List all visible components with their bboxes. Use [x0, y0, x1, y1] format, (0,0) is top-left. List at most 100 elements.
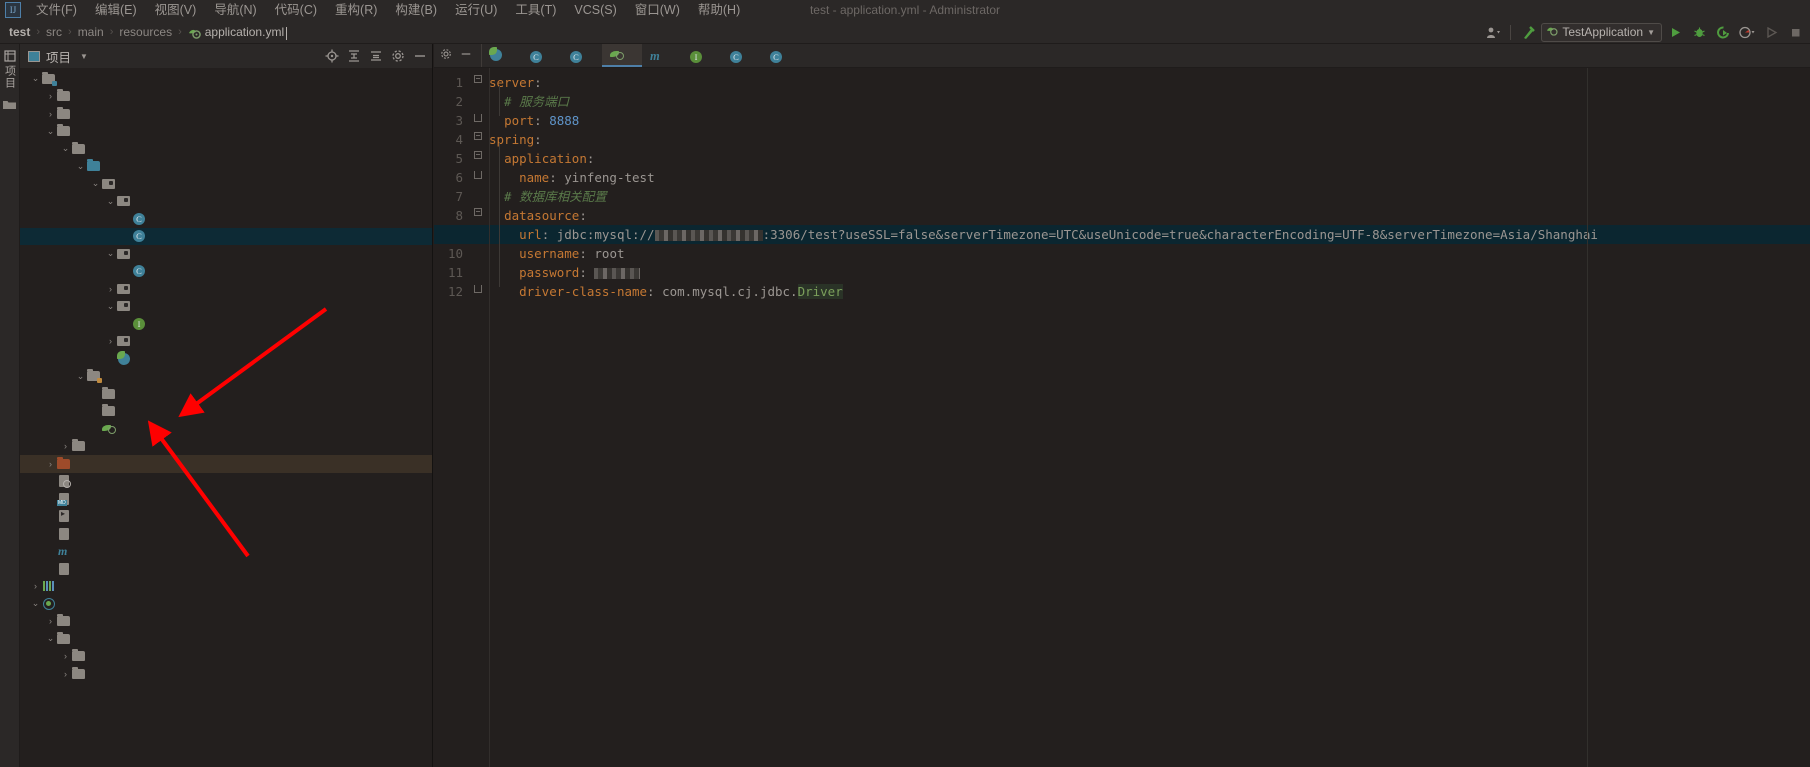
- tree-node-knife4jconfig[interactable]: ·C: [20, 210, 432, 228]
- tree-node-java-ee-persistence-jpa-[interactable]: ›: [20, 648, 432, 666]
- tree-node-controller[interactable]: ⌄: [20, 245, 432, 263]
- code-line[interactable]: password:: [489, 263, 1810, 282]
- chevron-right-icon[interactable]: ›: [45, 459, 56, 469]
- menu-edit[interactable]: 编辑(E): [86, 0, 146, 20]
- chevron-down-icon[interactable]: ⌄: [105, 301, 116, 312]
- tree-node-config[interactable]: ⌄: [20, 193, 432, 211]
- project-tree[interactable]: ⌄››⌄⌄⌄⌄⌄·C·C⌄·C›⌄·I›·⌄···››·····m·›⌄›⌄››: [20, 68, 432, 683]
- menu-help[interactable]: 帮助(H): [689, 0, 749, 20]
- chevron-right-icon[interactable]: ›: [105, 336, 116, 346]
- tree-node-main[interactable]: ⌄: [20, 140, 432, 158]
- code-line[interactable]: application:: [489, 149, 1810, 168]
- chevron-down-icon[interactable]: ⌄: [75, 161, 86, 172]
- code-line[interactable]: driver-class-name: com.mysql.cj.jdbc.Dri…: [489, 282, 1810, 301]
- breadcrumb-item-test[interactable]: test: [9, 25, 30, 39]
- tree-node-mapper[interactable]: ⌄: [20, 298, 432, 316]
- debug-icon[interactable]: [1688, 21, 1710, 43]
- breadcrumb-item-main[interactable]: main: [78, 25, 104, 39]
- chevron-right-icon[interactable]: ›: [60, 441, 71, 451]
- hide-icon[interactable]: [412, 48, 428, 64]
- fold-marker[interactable]: −: [467, 130, 489, 149]
- code-line[interactable]: # 服务端口: [489, 92, 1810, 111]
- tree-node-临时文件[interactable]: ›: [20, 613, 432, 631]
- tree-node-.gitignore[interactable]: ·: [20, 473, 432, 491]
- editor-tab-application-yml[interactable]: [602, 44, 642, 67]
- code-line[interactable]: name: yinfeng-test: [489, 168, 1810, 187]
- fold-marker[interactable]: −: [467, 206, 489, 225]
- tree-node-help.md[interactable]: ·: [20, 490, 432, 508]
- chevron-down-icon[interactable]: ⌄: [60, 143, 71, 154]
- code-line[interactable]: port: 8888: [489, 111, 1810, 130]
- chevron-down-icon[interactable]: ⌄: [45, 126, 56, 137]
- tree-node-service[interactable]: ›: [20, 333, 432, 351]
- editor-tab-testapplication-java[interactable]: [482, 44, 522, 67]
- editor-tab-menusserviceimpl-java[interactable]: C: [562, 44, 602, 67]
- menu-window[interactable]: 窗口(W): [626, 0, 689, 20]
- expand-all-icon[interactable]: [346, 48, 362, 64]
- minimize-icon[interactable]: [460, 48, 472, 63]
- menu-code[interactable]: 代码(C): [266, 0, 326, 20]
- locate-icon[interactable]: [324, 48, 340, 64]
- tree-node-.idea[interactable]: ›: [20, 88, 432, 106]
- chevron-right-icon[interactable]: ›: [60, 651, 71, 661]
- editor-tab-knife4jconfig-java[interactable]: C: [762, 44, 802, 67]
- code-line[interactable]: # 数据库相关配置: [489, 187, 1810, 206]
- tree-node-扩展[interactable]: ⌄: [20, 630, 432, 648]
- tree-node-src[interactable]: ⌄: [20, 123, 432, 141]
- code-line[interactable]: datasource:: [489, 206, 1810, 225]
- run-configuration-selector[interactable]: TestApplication ▼: [1541, 22, 1662, 42]
- menu-refactor[interactable]: 重构(R): [326, 0, 386, 20]
- chevron-down-icon[interactable]: ⌄: [75, 371, 86, 382]
- fold-marker[interactable]: [467, 282, 489, 301]
- tree-node-java[interactable]: ⌄: [20, 158, 432, 176]
- chevron-right-icon[interactable]: ›: [60, 669, 71, 679]
- breadcrumb-item-src[interactable]: src: [46, 25, 62, 39]
- tool-window-button-project[interactable]: 项目: [2, 50, 18, 89]
- breadcrumb-item-resources[interactable]: resources: [119, 25, 172, 39]
- tree-node-mybatisx[interactable]: ›: [20, 665, 432, 683]
- run-icon[interactable]: [1664, 21, 1686, 43]
- tree-node-test[interactable]: ›: [20, 438, 432, 456]
- tree-node-外部库[interactable]: ›: [20, 578, 432, 596]
- tree-node-entity[interactable]: ›: [20, 280, 432, 298]
- chevron-down-icon[interactable]: ⌄: [105, 248, 116, 259]
- tool-window-button-structure[interactable]: [3, 99, 16, 110]
- editor-tab-menuscontroller-java[interactable]: C: [722, 44, 762, 67]
- code-line[interactable]: server:: [489, 73, 1810, 92]
- build-hammer-icon[interactable]: [1517, 21, 1539, 43]
- breadcrumb-item-application-yml[interactable]: application.yml: [205, 25, 284, 39]
- chevron-down-icon[interactable]: ⌄: [90, 178, 101, 189]
- editor-tab-webconfig-java[interactable]: C: [522, 44, 562, 67]
- fold-marker[interactable]: −: [467, 73, 489, 92]
- tree-node-target[interactable]: ›: [20, 455, 432, 473]
- menu-vcs[interactable]: VCS(S): [565, 0, 625, 20]
- tree-node-static[interactable]: ·: [20, 385, 432, 403]
- settings-icon[interactable]: [390, 48, 406, 64]
- tree-node-test[interactable]: ⌄: [20, 70, 432, 88]
- tree-node-mvnw.cmd[interactable]: ·: [20, 525, 432, 543]
- code-line[interactable]: username: root: [489, 244, 1810, 263]
- tree-node-webconfig[interactable]: ·C: [20, 227, 432, 245]
- fold-marker[interactable]: [467, 111, 489, 130]
- menu-run[interactable]: 运行(U): [446, 0, 506, 20]
- chevron-right-icon[interactable]: ›: [30, 581, 41, 591]
- tree-node-.mvn[interactable]: ›: [20, 105, 432, 123]
- fold-marker[interactable]: −: [467, 149, 489, 168]
- menu-view[interactable]: 视图(V): [146, 0, 206, 20]
- tree-node-mvnw[interactable]: ·: [20, 508, 432, 526]
- chevron-right-icon[interactable]: ›: [105, 284, 116, 294]
- chevron-down-icon[interactable]: ⌄: [45, 633, 56, 644]
- menu-tools[interactable]: 工具(T): [506, 0, 565, 20]
- editor-tab-menusmapper-java[interactable]: I: [682, 44, 722, 67]
- editor-tab-pom-xml-test-[interactable]: m: [642, 44, 682, 67]
- code-lines[interactable]: server: # 服务端口 port: 8888 spring: applica…: [434, 73, 1810, 301]
- code-line[interactable]: url: jdbc:mysql://:3306/test?useSSL=fals…: [434, 225, 1810, 244]
- tree-node-application.yml[interactable]: ·: [20, 420, 432, 438]
- fold-marker[interactable]: [467, 168, 489, 187]
- tree-node-com.yinfeng.test[interactable]: ⌄: [20, 175, 432, 193]
- tree-node-testapplication[interactable]: ·: [20, 350, 432, 368]
- tree-node-pom.xml[interactable]: ·m: [20, 543, 432, 561]
- code-line[interactable]: spring:: [489, 130, 1810, 149]
- code-editor[interactable]: 123456789101112 − −− − server: # 服务端口 po…: [434, 68, 1810, 767]
- collapse-all-icon[interactable]: [368, 48, 384, 64]
